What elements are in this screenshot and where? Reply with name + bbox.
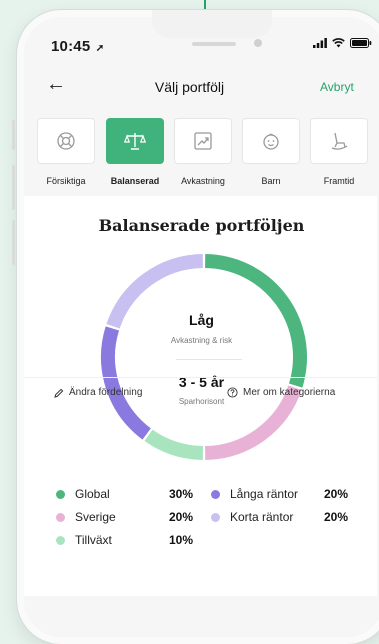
category-tab-box xyxy=(37,118,95,164)
phone-side-button xyxy=(12,220,15,265)
category-tab-avkastning[interactable]: Avkastning xyxy=(174,118,234,186)
portfolio-title: Balanserade portföljen xyxy=(98,216,305,235)
phone-camera xyxy=(254,39,262,47)
baby-icon xyxy=(263,133,279,150)
category-tab-framtid[interactable]: Framtid xyxy=(310,118,370,186)
legend-item-global: Global xyxy=(56,487,110,501)
category-tab-box xyxy=(242,118,300,164)
category-label: Barn xyxy=(261,176,281,186)
legend-dot xyxy=(56,512,65,522)
risk-value: Låg xyxy=(189,312,214,328)
category-tab-box xyxy=(310,118,368,164)
legend-dot xyxy=(211,489,220,499)
phone-speaker xyxy=(192,42,236,46)
status-time: 10:45 ➚ xyxy=(51,38,104,55)
legend-item-korta-rantor: Korta räntor xyxy=(211,510,293,524)
legend-label: Global xyxy=(75,487,110,501)
phone-side-button xyxy=(12,165,15,210)
wifi-icon xyxy=(332,38,345,48)
category-tabs: Försiktiga Balanserad Avkastning Barn Fr… xyxy=(37,118,379,188)
pencil-icon xyxy=(54,388,64,398)
horizon-label: Sparhorisont xyxy=(178,397,225,406)
status-time-text: 10:45 xyxy=(51,38,91,55)
footer-divider xyxy=(24,377,377,378)
category-label: Balanserad xyxy=(110,176,160,186)
legend-dot xyxy=(211,512,220,522)
rocking-chair-icon xyxy=(331,132,348,150)
category-tab-forsiktiga[interactable]: Försiktiga xyxy=(37,118,97,186)
scale-icon xyxy=(124,133,146,150)
risk-label: Avkastning & risk xyxy=(170,336,233,345)
status-icons xyxy=(313,38,372,48)
legend-pct: 20% xyxy=(324,510,349,524)
legend-label: Tillväxt xyxy=(75,533,112,547)
edit-allocation-link[interactable]: Ändra fördelning xyxy=(54,387,142,398)
help-circle-icon xyxy=(227,387,238,398)
legend-pct: 20% xyxy=(324,487,349,501)
legend-label: Sverige xyxy=(75,510,116,524)
lifebuoy-icon xyxy=(57,132,75,150)
allocation-donut-chart xyxy=(101,254,307,460)
category-label: Försiktiga xyxy=(46,176,86,186)
legend-pct: 10% xyxy=(169,533,194,547)
signal-icon xyxy=(313,38,327,48)
category-tab-balanserad[interactable]: Balanserad xyxy=(106,118,166,186)
category-tab-box xyxy=(106,118,164,164)
more-about-categories-label: Mer om kategorierna xyxy=(243,387,336,398)
category-tab-box xyxy=(174,118,232,164)
legend-pct: 30% xyxy=(169,487,194,501)
legend-dot xyxy=(56,489,65,499)
center-divider xyxy=(176,359,242,360)
legend-dot xyxy=(56,535,65,545)
location-arrow-icon: ➚ xyxy=(95,43,105,54)
top-accent-line xyxy=(204,0,206,10)
battery-icon xyxy=(350,38,372,48)
legend-label: Korta räntor xyxy=(230,510,294,524)
donut-slice-tillv-xt xyxy=(144,429,204,460)
legend-item-langa-rantor: Långa räntor xyxy=(211,487,298,501)
edit-allocation-label: Ändra fördelning xyxy=(69,387,143,398)
chart-up-icon xyxy=(194,132,212,150)
legend-pct: 20% xyxy=(169,510,194,524)
category-label: Avkastning xyxy=(181,176,225,186)
phone-notch xyxy=(152,10,272,38)
legend-item-sverige: Sverige xyxy=(56,510,116,524)
category-tab-barn[interactable]: Barn xyxy=(242,118,302,186)
legend-item-tillvaxt: Tillväxt xyxy=(56,533,112,547)
legend-label: Långa räntor xyxy=(230,487,299,501)
cancel-button[interactable]: Avbryt xyxy=(320,80,354,94)
phone-side-button xyxy=(12,120,15,150)
more-about-categories-link[interactable]: Mer om kategorierna xyxy=(227,387,335,398)
category-label: Framtid xyxy=(323,176,355,186)
